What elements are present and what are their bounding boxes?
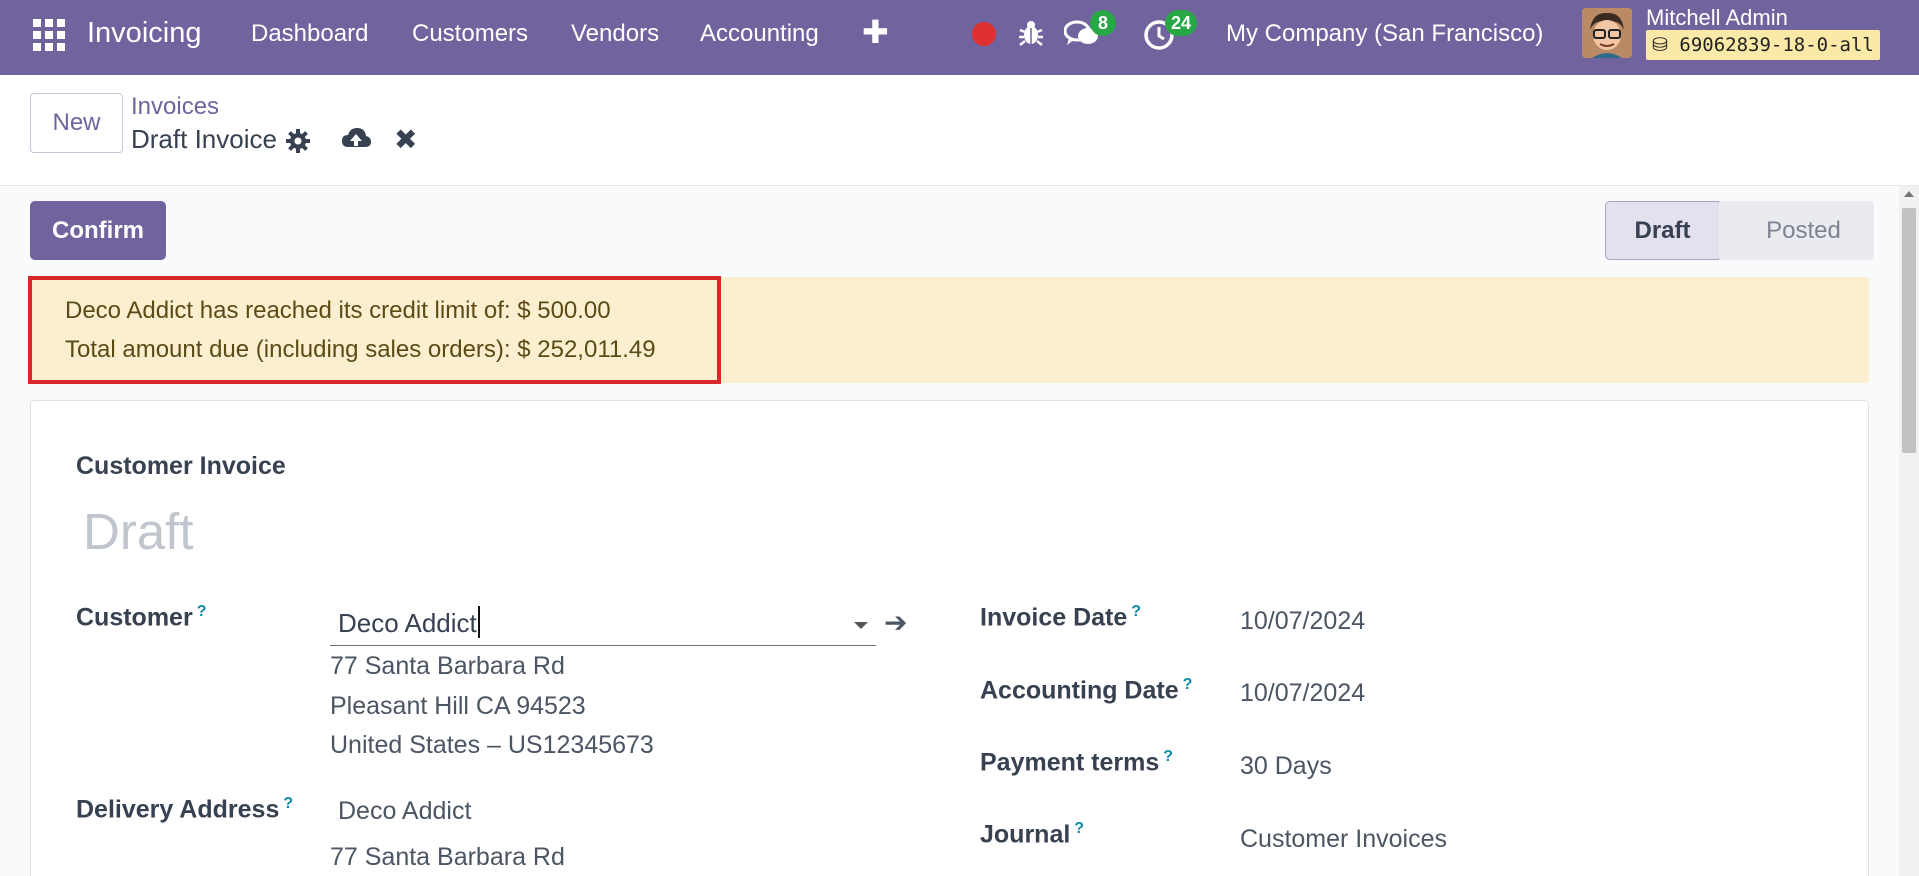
customer-label: Customer? xyxy=(76,603,206,632)
database-name: ⛁ 69062839-18-0-all xyxy=(1646,30,1880,60)
document-name: Draft xyxy=(83,503,194,560)
help-icon[interactable]: ? xyxy=(283,795,293,812)
customer-address-line2: Pleasant Hill CA 94523 xyxy=(330,692,586,720)
app-menu-grid-icon[interactable] xyxy=(33,19,65,51)
menu-dashboard[interactable]: Dashboard xyxy=(251,20,368,48)
help-icon[interactable]: ? xyxy=(197,603,207,620)
database-icon: ⛁ xyxy=(1652,34,1668,56)
accounting-date-label: Accounting Date? xyxy=(980,676,1192,705)
messages-badge: 8 xyxy=(1090,10,1116,36)
top-navbar: Invoicing Dashboard Customers Vendors Ac… xyxy=(0,0,1919,75)
journal-label-text: Journal xyxy=(980,820,1071,849)
customer-input-value: Deco Addict xyxy=(338,608,477,638)
breadcrumb-invoices[interactable]: Invoices xyxy=(131,93,219,121)
gear-icon[interactable] xyxy=(284,127,312,155)
plus-icon[interactable]: ✚ xyxy=(862,13,889,51)
external-link-arrow-icon[interactable]: ➔ xyxy=(884,606,907,639)
help-icon[interactable]: ? xyxy=(1131,603,1141,620)
control-panel: New Invoices Draft Invoice ✖ xyxy=(0,75,1919,186)
status-posted[interactable]: Posted xyxy=(1719,201,1874,260)
menu-customers[interactable]: Customers xyxy=(412,20,528,48)
discard-icon[interactable]: ✖ xyxy=(394,123,417,156)
dropdown-caret-icon[interactable] xyxy=(854,622,868,629)
save-cloud-icon[interactable] xyxy=(340,123,372,155)
user-name[interactable]: Mitchell Admin xyxy=(1646,5,1788,31)
menu-accounting[interactable]: Accounting xyxy=(700,20,819,48)
customer-label-text: Customer xyxy=(76,603,193,632)
activities-badge: 24 xyxy=(1165,10,1198,36)
status-draft[interactable]: Draft xyxy=(1605,201,1719,260)
help-icon[interactable]: ? xyxy=(1163,748,1173,765)
menu-vendors[interactable]: Vendors xyxy=(571,20,659,48)
customer-address-line3: United States – US12345673 xyxy=(330,731,654,759)
delivery-address-name[interactable]: Deco Addict xyxy=(338,797,471,826)
invoice-date-label-text: Invoice Date xyxy=(980,603,1128,632)
journal-label: Journal? xyxy=(980,820,1084,849)
new-button[interactable]: New xyxy=(30,93,123,153)
app-name[interactable]: Invoicing xyxy=(87,17,201,50)
bug-icon[interactable] xyxy=(1016,18,1046,48)
help-icon[interactable]: ? xyxy=(1183,676,1193,693)
scrollbar-thumb[interactable] xyxy=(1902,208,1916,453)
accounting-date-field[interactable]: 10/07/2024 xyxy=(1240,679,1365,708)
page-scrollbar[interactable] xyxy=(1899,186,1919,876)
form-sheet xyxy=(30,400,1869,876)
payment-terms-label-text: Payment terms xyxy=(980,748,1160,777)
company-switcher[interactable]: My Company (San Francisco) xyxy=(1226,20,1543,48)
record-icon[interactable] xyxy=(972,22,996,46)
text-cursor xyxy=(478,606,480,638)
invoice-date-label: Invoice Date? xyxy=(980,603,1141,632)
customer-address-line1: 77 Santa Barbara Rd xyxy=(330,652,565,680)
payment-terms-field[interactable]: 30 Days xyxy=(1240,752,1332,781)
breadcrumb-current: Draft Invoice xyxy=(131,124,277,154)
customer-input[interactable]: Deco Addict xyxy=(330,602,876,646)
help-icon[interactable]: ? xyxy=(1074,820,1084,837)
delivery-address-label: Delivery Address? xyxy=(76,795,293,824)
invoice-date-field[interactable]: 10/07/2024 xyxy=(1240,607,1365,636)
alert-highlight-box xyxy=(28,276,721,384)
payment-terms-label: Payment terms? xyxy=(980,748,1173,777)
confirm-button[interactable]: Confirm xyxy=(30,201,166,260)
journal-field[interactable]: Customer Invoices xyxy=(1240,825,1447,854)
delivery-address-label-text: Delivery Address xyxy=(76,795,280,824)
user-avatar[interactable] xyxy=(1582,8,1632,58)
scroll-up-arrow-icon[interactable] xyxy=(1904,191,1914,197)
database-label: 69062839-18-0-all xyxy=(1679,34,1874,56)
accounting-date-label-text: Accounting Date xyxy=(980,676,1179,705)
delivery-address-line1: 77 Santa Barbara Rd xyxy=(330,843,565,871)
document-type-label: Customer Invoice xyxy=(76,452,286,480)
